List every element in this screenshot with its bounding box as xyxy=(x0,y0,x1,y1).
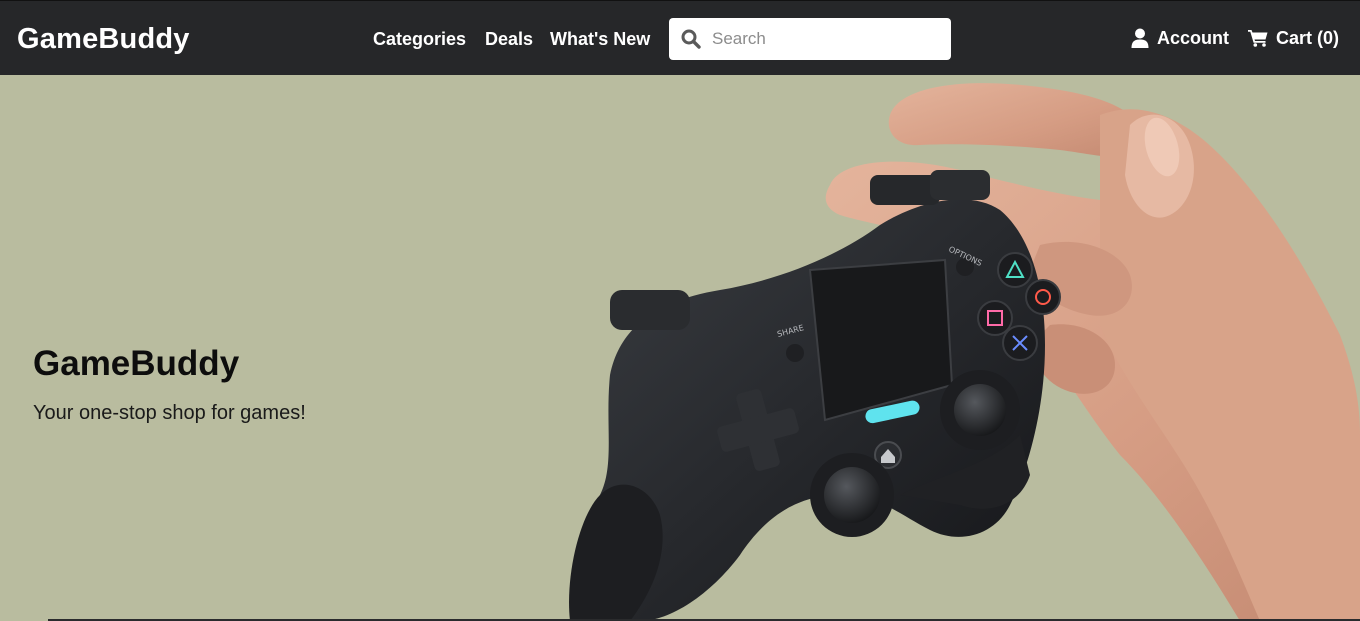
hero-controller-image: SHARE OPTIONS xyxy=(569,83,1360,621)
search-icon xyxy=(681,29,701,49)
search-box[interactable] xyxy=(669,18,951,60)
nav-link-whats-new[interactable]: What's New xyxy=(550,28,650,50)
search-input[interactable] xyxy=(710,24,940,54)
cart-icon xyxy=(1248,29,1276,47)
user-icon xyxy=(1131,28,1157,48)
cart-link[interactable]: Cart (0) xyxy=(1248,27,1339,49)
brand-logo[interactable]: GameBuddy xyxy=(17,21,190,57)
top-navbar: GameBuddy Categories Deals What's New Ac… xyxy=(0,0,1360,75)
nav-link-deals[interactable]: Deals xyxy=(485,28,533,50)
account-link[interactable]: Account xyxy=(1131,27,1229,49)
cart-label: Cart (0) xyxy=(1276,28,1340,48)
nav-link-categories[interactable]: Categories xyxy=(373,28,466,50)
hero-banner: GameBuddy Your one-stop shop for games! xyxy=(0,75,1360,621)
hero-title: GameBuddy xyxy=(33,344,240,383)
hero-subtitle: Your one-stop shop for games! xyxy=(33,402,306,424)
account-label: Account xyxy=(1157,28,1229,48)
